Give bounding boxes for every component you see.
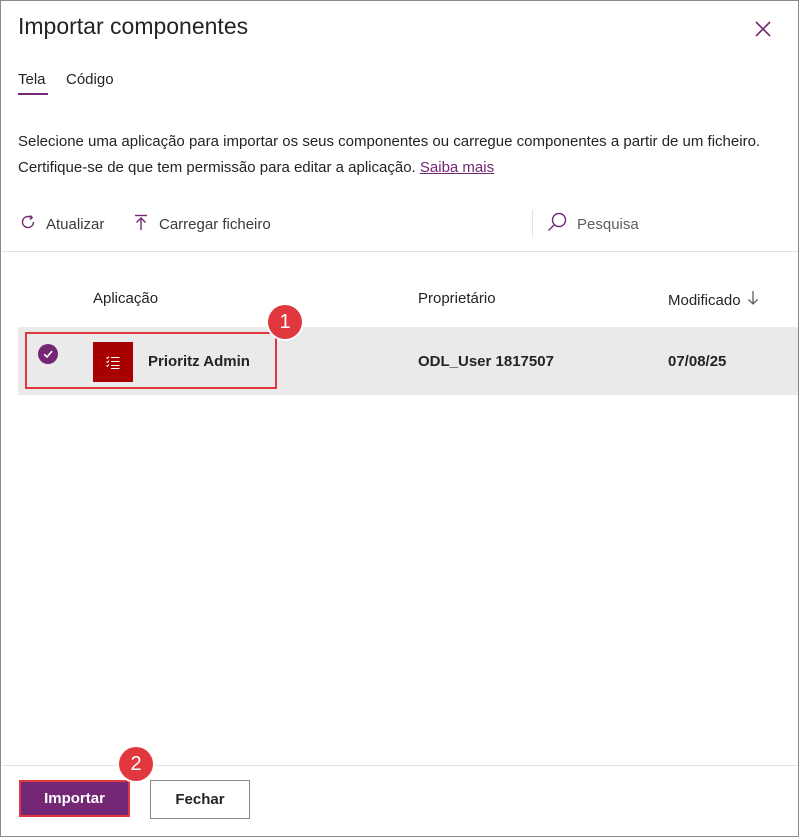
list-icon	[93, 342, 133, 382]
search-input[interactable]: Pesquisa	[546, 212, 639, 236]
close-icon[interactable]	[751, 17, 775, 41]
description: Selecione uma aplicação para importar os…	[18, 129, 788, 181]
tab-codigo[interactable]: Código	[66, 71, 114, 88]
toolbar-separator	[2, 251, 798, 252]
dialog-title: Importar componentes	[18, 13, 249, 39]
tab-tela[interactable]: Tela	[18, 71, 48, 95]
close-button[interactable]: Fechar	[150, 780, 250, 819]
toolbar-divider	[532, 210, 533, 237]
upload-icon	[132, 213, 150, 235]
table-row[interactable]: Prioritz Admin ODL_User 1817507 07/08/25	[18, 327, 798, 395]
refresh-icon	[19, 213, 37, 235]
search-placeholder: Pesquisa	[577, 215, 639, 233]
refresh-label: Atualizar	[46, 215, 105, 233]
learn-more-link[interactable]: Saiba mais	[420, 159, 494, 176]
app-name: Prioritz Admin	[148, 353, 250, 370]
app-owner: ODL_User 1817507	[418, 353, 554, 370]
search-icon	[546, 211, 568, 237]
description-line2: Certifique-se de que tem permissão para …	[18, 159, 416, 176]
upload-label: Carregar ficheiro	[159, 215, 271, 233]
column-header-modified[interactable]: Modificado	[668, 290, 759, 310]
description-line1: Selecione uma aplicação para importar os…	[18, 133, 761, 150]
import-button[interactable]: Importar	[19, 780, 130, 817]
app-modified: 07/08/25	[668, 353, 727, 370]
column-header-app[interactable]: Aplicação	[93, 290, 158, 307]
upload-file-button[interactable]: Carregar ficheiro	[132, 212, 271, 236]
step-badge-2: 2	[119, 747, 153, 781]
refresh-button[interactable]: Atualizar	[19, 212, 104, 236]
column-header-modified-label: Modificado	[668, 291, 741, 309]
column-header-owner[interactable]: Proprietário	[418, 290, 496, 307]
step-badge-1: 1	[268, 305, 302, 339]
checkmark-icon[interactable]	[38, 344, 58, 364]
import-components-dialog: Importar componentes Tela Código Selecio…	[0, 0, 799, 837]
arrow-down-icon	[747, 290, 759, 310]
